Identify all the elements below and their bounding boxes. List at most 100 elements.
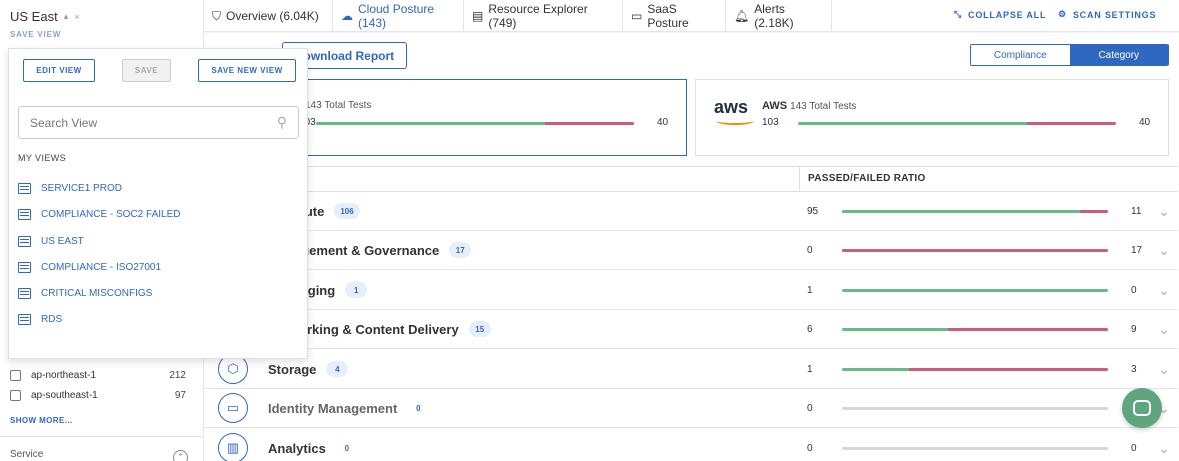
fail-count: 40 [657, 117, 669, 128]
tab-label: Alerts (2.18K) [754, 2, 794, 30]
view-icon [18, 208, 31, 220]
pass-fail-bar [842, 210, 1108, 213]
sort-up-icon[interactable]: ▴ [64, 11, 69, 22]
failed-count: 11 [1131, 206, 1142, 217]
region-name: ap-northeast-1 [31, 369, 97, 381]
search-placeholder: Search View [30, 115, 98, 130]
pass-segment [842, 328, 949, 331]
tab-resource-explorer[interactable]: ▤ Resource Explorer (749) [464, 0, 623, 32]
id-card-icon: ▭ [218, 393, 248, 423]
view-icon [18, 287, 31, 299]
chevron-down-icon[interactable]: ⌄ [1158, 243, 1172, 257]
aws-name: AWS [762, 100, 788, 112]
tab-saas-posture[interactable]: ▭ SaaS Posture [623, 0, 726, 32]
region-filter-item[interactable]: ap-southeast-1 97 [10, 385, 186, 405]
service-filter-label: Service [10, 449, 44, 460]
aws-tests-card[interactable]: AWS 143 Total Tests 103 40 [695, 79, 1169, 156]
passed-count: 1 [807, 364, 813, 375]
checkbox[interactable] [10, 389, 21, 401]
view-icon [18, 313, 31, 325]
pass-segment [842, 289, 1108, 292]
saved-view-label: RDS [41, 313, 63, 325]
tab-alerts[interactable]: 🔔︎ Alerts (2.18K) [726, 0, 832, 32]
saved-view-label: SERVICE1 PROD [41, 182, 122, 194]
saved-view-item[interactable]: COMPLIANCE - SOC2 FAILED [18, 206, 180, 222]
toggle-compliance[interactable]: Compliance [971, 45, 1070, 65]
collapse-icon[interactable]: ⌃ [173, 450, 188, 461]
search-view-input[interactable]: Search View ⚲ [18, 106, 299, 139]
test-count-badge: 15 [468, 321, 491, 337]
passed-count: 95 [807, 206, 819, 217]
pass-count: 103 [762, 117, 779, 128]
save-new-view-button[interactable]: SAVE NEW VIEW [198, 59, 296, 82]
region-count: 212 [169, 369, 186, 381]
passed-count: 0 [807, 245, 813, 256]
failed-count: 0 [1131, 443, 1137, 454]
test-count-badge: 0 [416, 403, 421, 413]
passed-count: 0 [807, 443, 813, 454]
saved-view-label: US EAST [41, 235, 84, 247]
toggle-category[interactable]: Category [1069, 45, 1168, 65]
saved-view-item[interactable]: US EAST [18, 233, 84, 249]
checkbox[interactable] [10, 369, 21, 381]
chevron-down-icon[interactable]: ⌄ [1158, 283, 1172, 297]
failed-count: 3 [1131, 364, 1137, 375]
collapse-all-button[interactable]: ⤡ COLLAPSE ALL [954, 9, 1046, 20]
pass-segment [842, 368, 909, 371]
tab-cloud-posture[interactable]: ☁ Cloud Posture (143) [333, 0, 464, 32]
category-name: Analytics [268, 441, 326, 456]
view-title[interactable]: US East ▴ × [10, 9, 79, 24]
save-button[interactable]: SAVE [122, 59, 171, 82]
view-icon [18, 261, 31, 273]
failed-count: 0 [1131, 285, 1137, 296]
chat-button[interactable] [1122, 388, 1162, 428]
tab-label: Cloud Posture (143) [358, 2, 435, 30]
column-divider [799, 166, 800, 192]
show-more-link[interactable]: SHOW MORE... [10, 416, 73, 425]
fail-segment [948, 328, 1108, 331]
pass-fail-bar [316, 122, 634, 125]
pass-segment [842, 210, 1081, 213]
tab-label: Overview (6.04K) [226, 9, 319, 23]
region-filter-item[interactable]: ap-northeast-1 212 [10, 365, 186, 385]
category-table-header [204, 166, 1178, 192]
pass-fail-bar [798, 122, 1116, 125]
server-icon: ▤ [472, 9, 484, 23]
chevron-down-icon[interactable]: ⌄ [1158, 204, 1172, 218]
test-count-badge: 1 [345, 282, 368, 298]
pass-segment [316, 122, 545, 125]
view-icon [18, 182, 31, 194]
scan-settings-label: SCAN SETTINGS [1072, 9, 1157, 20]
chat-icon [1133, 400, 1151, 416]
chevron-down-icon[interactable]: ⌄ [1158, 362, 1172, 376]
failed-count: 9 [1131, 324, 1137, 335]
close-icon[interactable]: × [74, 12, 79, 22]
failed-count: 17 [1131, 245, 1143, 256]
collapse-icon: ⤡ [954, 9, 963, 19]
saved-view-item[interactable]: RDS [18, 311, 62, 327]
region-name: ap-southeast-1 [31, 389, 98, 401]
passed-count: 1 [807, 285, 813, 296]
category-name: Storage [268, 362, 317, 377]
tab-overview[interactable]: ⛉ Overview (6.04K) [204, 0, 333, 32]
edit-view-button[interactable]: EDIT VIEW [23, 59, 95, 82]
view-name: US East [10, 9, 58, 24]
aws-logo-smile [716, 117, 754, 125]
save-view-link[interactable]: SAVE VIEW [10, 30, 61, 39]
my-views-heading: MY VIEWS [18, 153, 67, 163]
test-count-badge: 106 [334, 203, 360, 219]
tab-bar: ⛉ Overview (6.04K) ☁ Cloud Posture (143)… [204, 0, 1179, 32]
saved-view-item[interactable]: COMPLIANCE - ISO27001 [18, 259, 161, 275]
pass-fail-bar [842, 447, 1108, 450]
ratio-column-header: PASSED/FAILED RATIO [808, 173, 926, 184]
monitor-icon: ▭ [631, 9, 643, 23]
aws-card-label: AWS 143 Total Tests [762, 100, 856, 112]
chevron-down-icon[interactable]: ⌄ [1158, 322, 1172, 336]
scan-settings-button[interactable]: ⚙ SCAN SETTINGS [1058, 9, 1156, 20]
fail-segment [1080, 210, 1108, 213]
search-icon: ⚲ [276, 114, 287, 130]
saved-view-item[interactable]: SERVICE1 PROD [18, 180, 122, 196]
saved-view-item[interactable]: CRITICAL MISCONFIGS [18, 285, 152, 301]
aws-logo: aws [714, 97, 749, 117]
chevron-down-icon[interactable]: ⌄ [1158, 441, 1172, 455]
